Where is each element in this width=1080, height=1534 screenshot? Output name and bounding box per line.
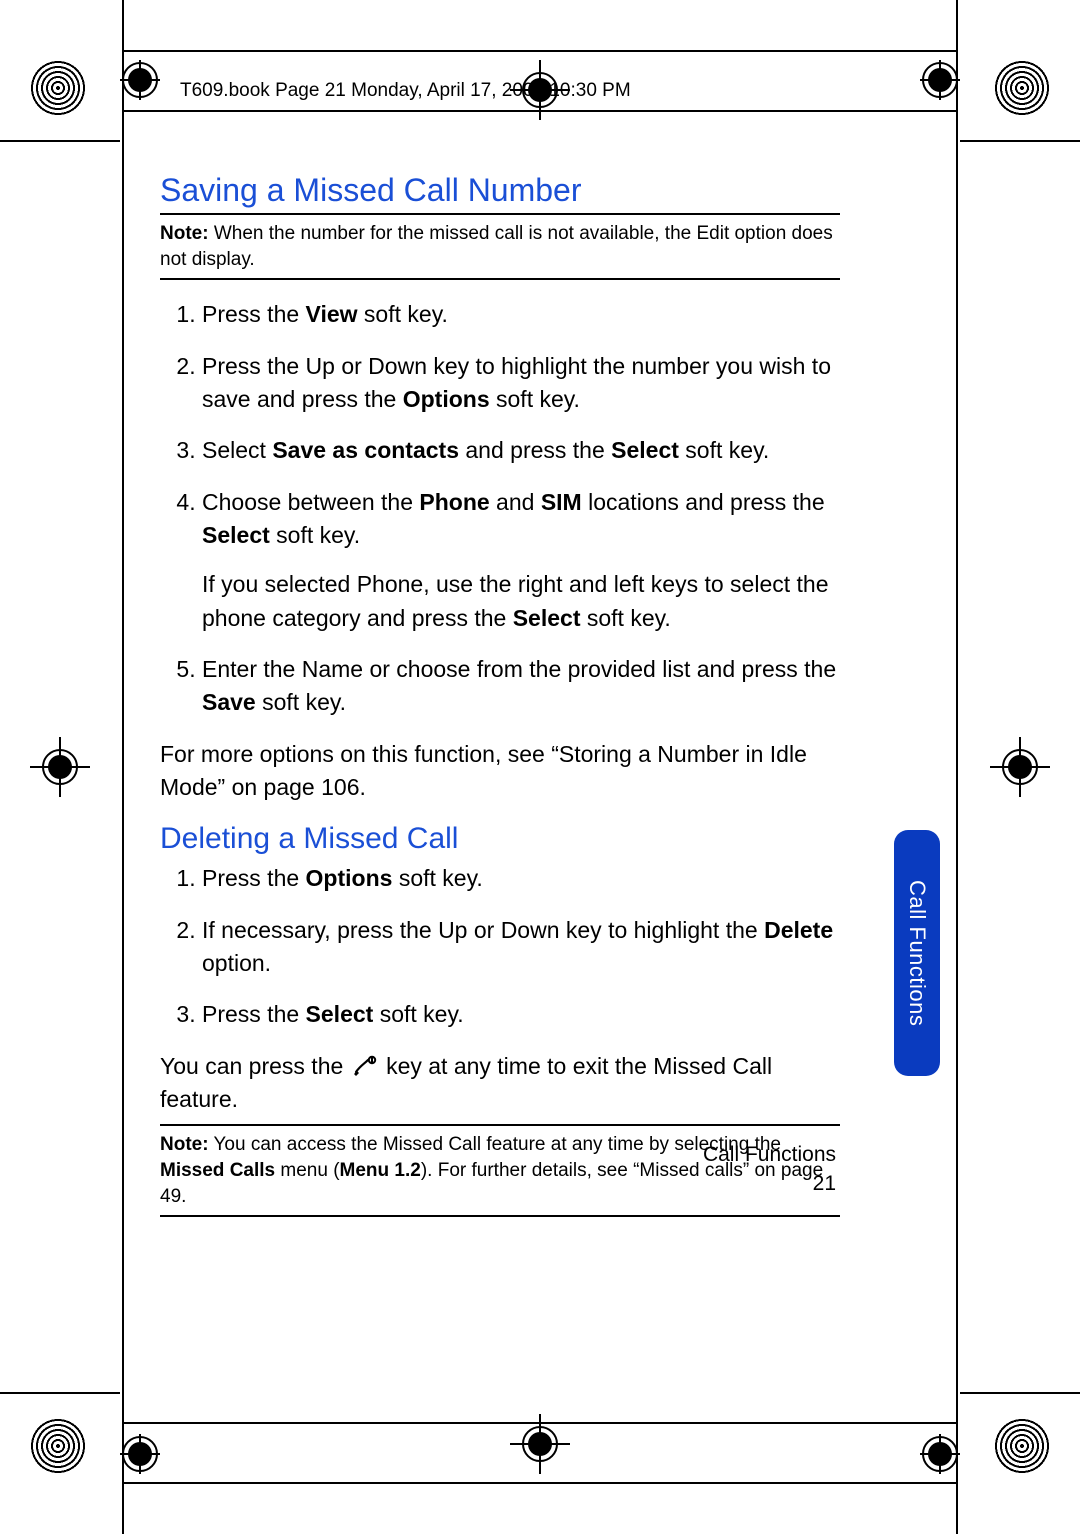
step-5: Enter the Name or choose from the provid… [202, 653, 840, 720]
step-1: Press the View soft key. [202, 298, 840, 331]
steps-saving: Press the View soft key. Press the Up or… [160, 298, 840, 719]
section2-closing: You can press the key at any time to exi… [160, 1050, 840, 1117]
step-4: Choose between the Phone and SIM locatio… [202, 486, 840, 635]
crop-rule [122, 1482, 958, 1484]
section-heading-saving: Saving a Missed Call Number [160, 172, 840, 209]
step-2: Press the Up or Down key to highlight th… [202, 350, 840, 417]
registration-mark-icon [920, 1434, 960, 1474]
running-head: T609.book Page 21 Monday, April 17, 2006… [180, 80, 840, 102]
note-saving: Note: When the number for the missed cal… [160, 221, 840, 272]
registration-mark-icon [120, 1434, 160, 1474]
registration-mark-icon [920, 60, 960, 100]
note-label: Note: [160, 223, 209, 244]
step-3: Press the Select soft key. [202, 998, 840, 1031]
divider [160, 213, 840, 215]
step-2: If necessary, press the Up or Down key t… [202, 914, 840, 981]
footer-section: Call Functions [156, 1140, 836, 1169]
section-thumb-tab: Call Functions [894, 830, 940, 1076]
crop-rule [0, 1392, 120, 1394]
registration-mark-icon [120, 60, 160, 100]
crop-target-icon [30, 1418, 86, 1474]
steps-deleting: Press the Options soft key. If necessary… [160, 862, 840, 1031]
crop-target-icon [994, 1418, 1050, 1474]
page-footer: Call Functions 21 [156, 1140, 840, 1199]
crop-rule [122, 1422, 958, 1424]
footer-page-number: 21 [156, 1169, 836, 1198]
step-3: Select Save as contacts and press the Se… [202, 434, 840, 467]
crop-rule [122, 50, 958, 52]
page-content: T609.book Page 21 Monday, April 17, 2006… [160, 60, 840, 1219]
section1-closing: For more options on this function, see “… [160, 738, 840, 805]
crop-rule [0, 140, 120, 142]
step-1: Press the Options soft key. [202, 862, 840, 895]
section-thumb-tab-label: Call Functions [904, 880, 930, 1026]
crop-target-icon [30, 60, 86, 116]
registration-mark-icon [990, 737, 1050, 797]
crop-rule [960, 1392, 1080, 1394]
registration-mark-icon [30, 737, 90, 797]
crop-rule [960, 140, 1080, 142]
step-4-detail: If you selected Phone, use the right and… [202, 568, 840, 635]
divider [160, 1124, 840, 1126]
crop-rule [122, 100, 124, 1434]
crop-rule [956, 100, 958, 1434]
crop-target-icon [994, 60, 1050, 116]
section-heading-deleting: Deleting a Missed Call [160, 822, 840, 856]
divider [160, 1215, 840, 1217]
divider [160, 278, 840, 280]
end-call-key-icon [350, 1054, 380, 1078]
